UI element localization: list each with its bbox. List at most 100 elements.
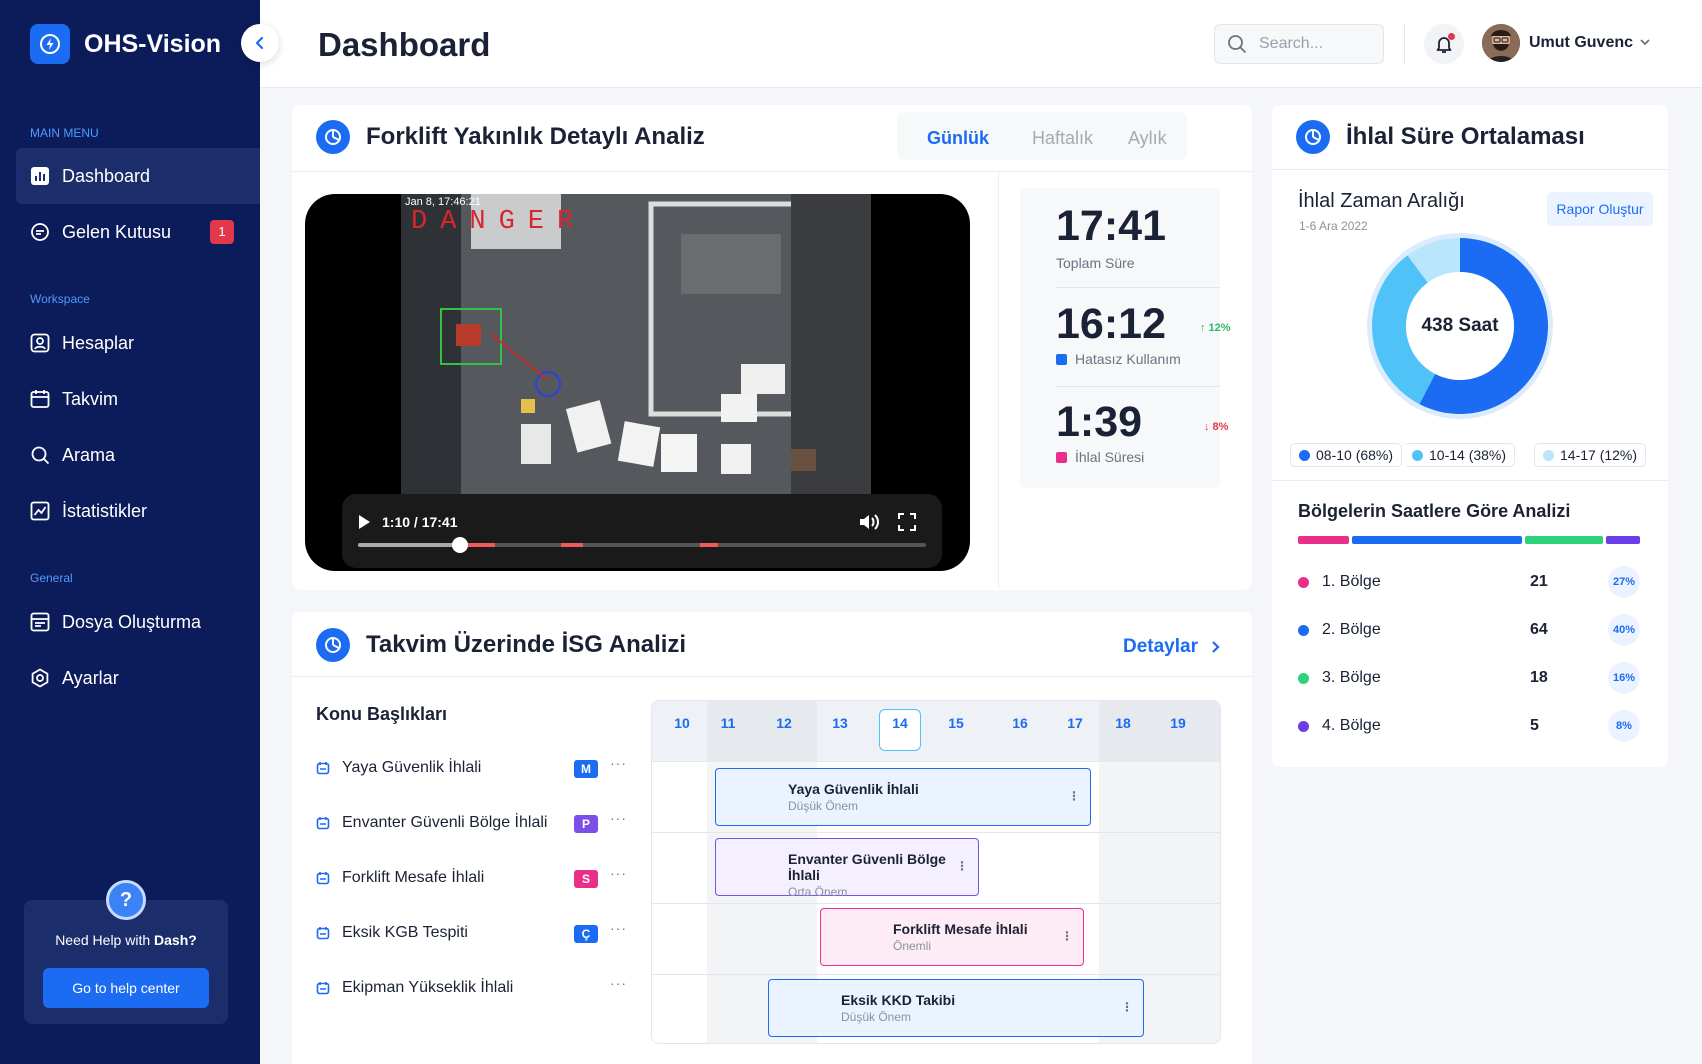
violation-duration-value: 1:39 [1056, 398, 1143, 446]
video-time: 1:10 / 17:41 [382, 514, 458, 530]
sidebar-item-inbox[interactable]: Gelen Kutusu 1 [16, 204, 260, 260]
calendar-day-selected[interactable]: 14 [879, 709, 921, 751]
event-priority: Düşük Önem [788, 799, 859, 813]
region-name: 2. Bölge [1322, 621, 1381, 638]
help-center-button[interactable]: Go to help center [43, 968, 209, 1008]
trend-up-indicator: ↑ 12% [1200, 322, 1231, 334]
region-bar-segment [1298, 536, 1350, 544]
video-progress-bar[interactable] [358, 537, 926, 553]
calendar-day[interactable]: 10 [662, 715, 702, 731]
tab-daily[interactable]: Günlük [927, 128, 989, 149]
sidebar-item-accounts[interactable]: Hesaplar [16, 315, 260, 371]
calendar-event[interactable]: Eksik KKD Takibi Düşük Önem ⋮ [768, 979, 1144, 1037]
event-priority: Orta Önem [788, 885, 848, 899]
region-dot [1298, 672, 1309, 684]
topic-item[interactable]: Yaya Güvenlik İhlali [316, 759, 481, 777]
calendar-day[interactable]: 16 [1000, 715, 1040, 731]
sidebar-item-calendar[interactable]: Takvim [16, 371, 260, 427]
event-more-button[interactable]: ⋮ [1068, 789, 1080, 803]
sidebar: OHS-Vision MAIN MENU Dashboard Gelen Kut… [0, 0, 260, 1064]
calendar-day[interactable]: 15 [936, 715, 976, 731]
notification-dot [1448, 33, 1455, 40]
chevron-left-icon [255, 36, 264, 50]
calendar-day[interactable]: 17 [1055, 715, 1095, 731]
region-value: 18 [1530, 669, 1548, 686]
sidebar-item-label: Arama [62, 444, 116, 465]
main-menu-label: MAIN MENU [30, 126, 99, 140]
app-logo[interactable]: OHS-Vision [30, 24, 221, 64]
sidebar-item-search[interactable]: Arama [16, 427, 260, 483]
topic-more-button[interactable]: ··· [610, 975, 627, 991]
sidebar-item-settings[interactable]: Ayarlar [16, 650, 260, 706]
region-percent: 40% [1608, 614, 1640, 646]
analysis-icon [1296, 120, 1330, 154]
donut-center-label: 438 Saat [1421, 315, 1499, 336]
topic-item[interactable]: Eksik KGB Tespiti [316, 924, 468, 942]
event-more-button[interactable]: ⋮ [1061, 929, 1073, 943]
fullscreen-icon[interactable] [898, 513, 916, 531]
topbar: Dashboard Search... Umut Guvenc [260, 0, 1702, 88]
topic-more-button[interactable]: ··· [610, 755, 627, 771]
sidebar-item-file-creation[interactable]: Dosya Oluşturma [16, 594, 260, 650]
regions-distribution-bar [1298, 536, 1640, 544]
event-more-button[interactable]: ⋮ [956, 859, 968, 873]
divider [1272, 480, 1668, 481]
tab-monthly[interactable]: Aylık [1128, 128, 1167, 149]
search-icon [1228, 35, 1247, 54]
calendar-event[interactable]: Yaya Güvenlik İhlali Düşük Önem ⋮ [715, 768, 1091, 826]
calendar-day[interactable]: 19 [1158, 715, 1198, 731]
calendar-icon [316, 872, 330, 885]
topic-item[interactable]: Envanter Güvenli Bölge İhlali [316, 814, 547, 832]
video-scrubber[interactable] [452, 537, 469, 553]
forklift-card-header: Forklift Yakınlık Detaylı Analiz [316, 120, 705, 154]
sidebar-item-statistics[interactable]: İstatistikler [16, 483, 260, 539]
event-title: Envanter Güvenli Bölge İhlali [788, 851, 946, 883]
calendar-day[interactable]: 18 [1103, 715, 1143, 731]
chevron-right-icon [1212, 641, 1220, 653]
period-tabs: Günlük Haftalık Aylık [897, 112, 1187, 160]
violation-marker [561, 543, 583, 547]
sidebar-item-label: Gelen Kutusu [62, 221, 172, 242]
sidebar-item-label: Hesaplar [62, 332, 135, 353]
topic-badge: P [574, 815, 598, 833]
avatar[interactable] [1482, 24, 1520, 62]
region-bar-segment [1605, 536, 1640, 544]
calendar-day[interactable]: 12 [764, 715, 804, 731]
calendar-grid: 10 11 12 13 14 15 16 17 18 19 Yaya Güvenlik İhlal… [651, 700, 1221, 1044]
calendar-day[interactable]: 11 [708, 715, 748, 731]
forklift-card-title: Forklift Yakınlık Detaylı Analiz [366, 123, 705, 150]
topic-badge: Ç [574, 925, 598, 943]
notifications-button[interactable] [1424, 24, 1464, 64]
calendar-event[interactable]: Forklift Mesafe İhlali Önemli ⋮ [820, 908, 1084, 966]
video-player[interactable]: Jan 8, 17:46:21 DANGER 1:10 / 17:41 [305, 194, 970, 571]
event-more-button[interactable]: ⋮ [1121, 1000, 1133, 1014]
accounts-icon [30, 333, 50, 353]
app-name: OHS-Vision [84, 29, 222, 58]
region-row: 1. Bölge 21 27% [1298, 566, 1640, 598]
topic-item[interactable]: Forklift Mesafe İhlali [316, 869, 484, 887]
video-progress-fill [358, 543, 461, 547]
play-icon[interactable] [356, 514, 372, 530]
topic-more-button[interactable]: ··· [610, 810, 627, 826]
create-report-button[interactable]: Rapor Oluştur [1547, 192, 1653, 226]
legend-item: 10-14 (38%) [1404, 443, 1516, 467]
calendar-day[interactable]: 13 [820, 715, 860, 731]
details-link[interactable]: Detaylar [1123, 636, 1222, 658]
statistics-icon [30, 501, 50, 521]
topic-more-button[interactable]: ··· [610, 920, 627, 936]
tab-weekly[interactable]: Haftalık [1032, 128, 1093, 149]
topic-badge: M [574, 760, 598, 778]
calendar-event[interactable]: Envanter Güvenli Bölge İhlali Orta Önem ⋮ [715, 838, 979, 899]
sidebar-item-dashboard[interactable]: Dashboard [16, 148, 260, 204]
topic-item[interactable]: Ekipman Yükseklik İhlali [316, 979, 513, 997]
calendar-icon [316, 762, 330, 775]
dashboard-icon [31, 167, 49, 185]
volume-icon[interactable] [858, 512, 880, 532]
calendar-icon [316, 927, 330, 940]
user-menu[interactable]: Umut Guvenc [1529, 34, 1651, 52]
topic-more-button[interactable]: ··· [610, 865, 627, 881]
collapse-sidebar-button[interactable] [241, 24, 279, 62]
sidebar-item-label: Dashboard [62, 165, 151, 186]
search-input[interactable]: Search... [1214, 24, 1384, 64]
user-name: Umut Guvenc [1529, 34, 1634, 51]
